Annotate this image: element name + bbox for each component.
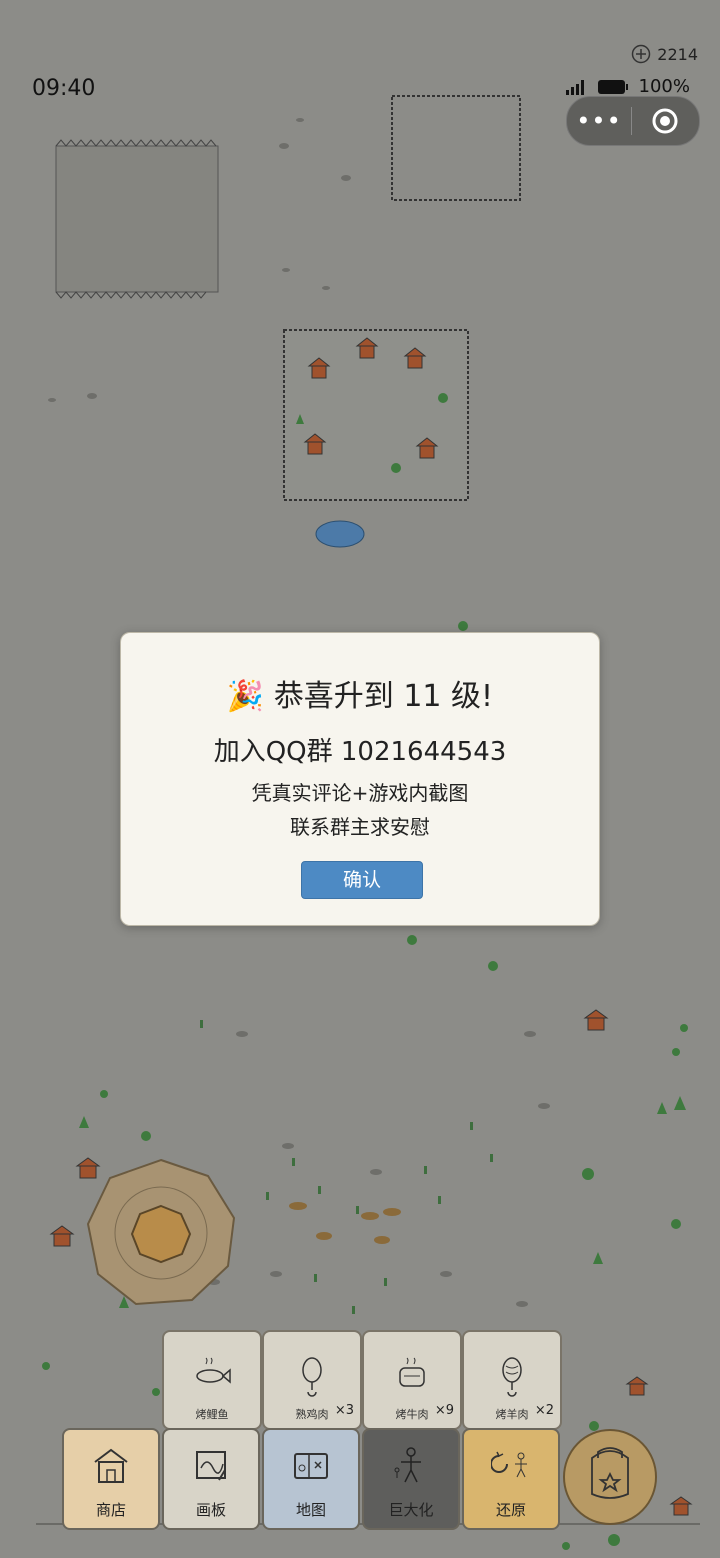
dialog-line-1: 凭真实评论+游戏内截图 [251, 781, 469, 805]
joystick-knob[interactable] [130, 1204, 192, 1264]
food-slot-chicken[interactable]: 熟鸡肉 ×3 [262, 1330, 362, 1430]
spike-pen [55, 139, 219, 299]
joystick[interactable] [86, 1158, 236, 1308]
dialog-line-2: 联系群主求安慰 [290, 815, 430, 839]
shop-icon [94, 1448, 128, 1483]
menu-label: 地图 [295, 1501, 326, 1519]
food-label: 烤鲤鱼 [195, 1408, 229, 1421]
menu-label: 商店 [95, 1501, 126, 1519]
more-button[interactable]: ••• [567, 107, 631, 135]
signal-icon [565, 79, 584, 95]
dialog-title: 恭喜升到 11 级! [273, 679, 494, 714]
battery-icon [597, 79, 628, 94]
status-right: 100% [565, 76, 690, 97]
menu-label: 巨大化 [388, 1501, 434, 1519]
menu-label: 还原 [495, 1501, 526, 1519]
backpack-button[interactable] [562, 1428, 658, 1526]
battery-percent: 100% [638, 76, 690, 97]
giant-icon [394, 1447, 421, 1483]
food-slot-mutton[interactable]: 烤羊肉 ×2 [462, 1330, 562, 1430]
food-count: ×2 [534, 1403, 554, 1418]
target-icon [652, 108, 678, 134]
drumstick-icon [302, 1357, 322, 1397]
pond [315, 520, 365, 548]
food-slot-beef[interactable]: 烤牛肉 ×9 [362, 1330, 462, 1430]
restore-icon [491, 1451, 527, 1478]
qq-group-text: 加入QQ群 1021644543 [213, 737, 507, 767]
menu-label: 画板 [195, 1501, 226, 1519]
map-icon [294, 1453, 328, 1479]
coin-value: 2214 [657, 44, 698, 64]
menu-map-button[interactable]: 地图 [262, 1428, 360, 1530]
dialog-title-row: 🎉 恭喜升到 11 级! [121, 671, 599, 715]
close-button[interactable] [632, 107, 698, 135]
miniprogram-capsule: ••• [566, 96, 700, 146]
village [283, 329, 469, 501]
party-popper-icon: 🎉 [226, 679, 265, 714]
drawing-board-icon [196, 1451, 226, 1481]
food-count: ×9 [434, 1403, 454, 1418]
menu-shop-button[interactable]: 商店 [62, 1428, 160, 1530]
mutton-icon [502, 1357, 522, 1397]
plus-circle-icon [632, 44, 651, 64]
level-up-dialog: 🎉 恭喜升到 11 级! 加入QQ群 1021644543 凭真实评论+游戏内截… [120, 632, 600, 926]
status-time: 09:40 [32, 76, 96, 101]
beef-icon [399, 1357, 425, 1387]
coin-counter: 2214 [631, 44, 698, 64]
fence-pen [391, 95, 521, 201]
food-count: ×3 [334, 1403, 354, 1418]
confirm-button[interactable]: 确认 [301, 861, 423, 899]
menu-giant-button[interactable]: 巨大化 [362, 1428, 460, 1530]
fish-icon [196, 1357, 231, 1384]
menu-drawing-board-button[interactable]: 画板 [162, 1428, 260, 1530]
menu-restore-button[interactable]: 还原 [462, 1428, 560, 1530]
food-slot-fish[interactable]: 烤鲤鱼 [162, 1330, 262, 1430]
